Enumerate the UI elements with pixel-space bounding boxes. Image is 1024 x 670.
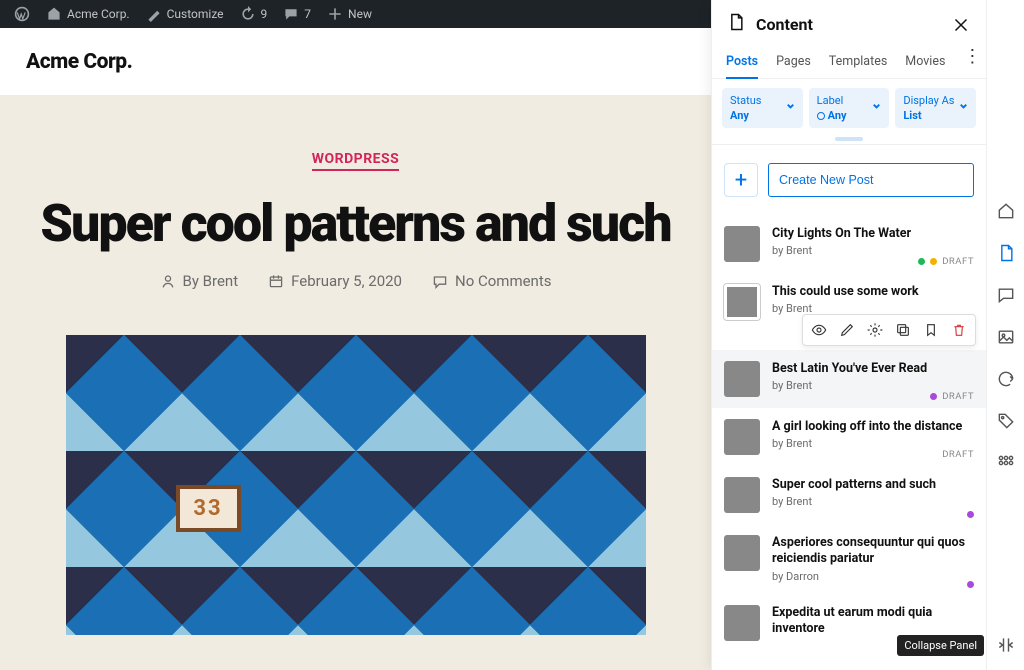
- post-hero: WORDPRESS Super cool patterns and such B…: [0, 95, 711, 670]
- bookmark-button[interactable]: [918, 318, 944, 342]
- site-header: Acme Corp.: [0, 28, 711, 95]
- post-thumb: [724, 284, 760, 320]
- content-panel: Content Posts Pages Templates Movies ⋮ S…: [711, 0, 986, 670]
- chevron-down-icon: [785, 101, 796, 115]
- create-post-input[interactable]: [768, 163, 974, 197]
- post-date: February 5, 2020: [268, 272, 402, 290]
- post-title: Super cool patterns and such: [40, 193, 670, 254]
- content-icon[interactable]: [995, 242, 1017, 264]
- list-item[interactable]: A girl looking off into the distanceby B…: [712, 408, 986, 466]
- list-item[interactable]: Asperiores consequuntur qui quos reicien…: [712, 524, 986, 594]
- list-item[interactable]: Best Latin You've Ever Readby Brent DRAF…: [712, 350, 986, 408]
- wp-logo[interactable]: [6, 0, 38, 28]
- site-name: Acme Corp.: [67, 7, 130, 21]
- tabs-more-button[interactable]: ⋮: [963, 46, 981, 78]
- new-link[interactable]: New: [319, 0, 380, 28]
- post-thumb: [724, 605, 760, 641]
- updates-link[interactable]: 9: [232, 0, 276, 28]
- tab-movies[interactable]: Movies: [905, 46, 945, 78]
- list-item[interactable]: City Lights On The Waterby Brent DRAFT: [712, 215, 986, 273]
- content-icon: [726, 12, 746, 36]
- post-comments[interactable]: No Comments: [432, 272, 552, 290]
- chat-icon[interactable]: [995, 284, 1017, 306]
- site-preview: Acme Corp. WORDPRESS Super cool patterns…: [0, 28, 711, 670]
- filter-status[interactable]: Status Any: [722, 88, 803, 128]
- chevron-down-icon: [958, 101, 969, 115]
- filter-display[interactable]: Display As List: [895, 88, 976, 128]
- sync-icon[interactable]: [995, 368, 1017, 390]
- drag-handle[interactable]: [835, 137, 863, 141]
- post-thumb: [724, 226, 760, 262]
- post-thumb: [724, 535, 760, 571]
- post-thumb: [724, 419, 760, 455]
- delete-button[interactable]: [946, 318, 972, 342]
- filter-label[interactable]: Label Any: [809, 88, 890, 128]
- edit-button[interactable]: [834, 318, 860, 342]
- status-badge: DRAFT: [942, 449, 974, 460]
- collapse-tooltip: Collapse Panel: [897, 635, 984, 656]
- collapse-button[interactable]: [995, 634, 1017, 656]
- list-item[interactable]: Super cool patterns and suchby Brent: [712, 466, 986, 524]
- tool-rail: Collapse Panel: [986, 0, 1024, 670]
- settings-button[interactable]: [862, 318, 888, 342]
- comments-link[interactable]: 7: [275, 0, 319, 28]
- list-item[interactable]: This could use some workby Brent: [712, 273, 986, 350]
- tab-templates[interactable]: Templates: [829, 46, 887, 78]
- status-badge: [967, 581, 974, 588]
- tag-icon[interactable]: [995, 410, 1017, 432]
- panel-filters: Status Any Label Any Display As List: [712, 79, 986, 145]
- featured-image: 33: [66, 335, 646, 635]
- post-category[interactable]: WORDPRESS: [312, 151, 400, 171]
- add-post-button[interactable]: +: [724, 163, 758, 197]
- status-badge: [967, 511, 974, 518]
- duplicate-button[interactable]: [890, 318, 916, 342]
- view-button[interactable]: [806, 318, 832, 342]
- post-list[interactable]: City Lights On The Waterby Brent DRAFT T…: [712, 215, 986, 670]
- post-thumb: [724, 361, 760, 397]
- tab-posts[interactable]: Posts: [726, 46, 758, 79]
- media-icon[interactable]: [995, 326, 1017, 348]
- site-brand[interactable]: Acme Corp.: [26, 50, 132, 74]
- customize-link[interactable]: Customize: [138, 0, 232, 28]
- home-icon[interactable]: [995, 200, 1017, 222]
- status-badge: DRAFT: [930, 391, 974, 402]
- post-meta: By Brent February 5, 2020 No Comments: [160, 272, 552, 290]
- apps-icon[interactable]: [995, 452, 1017, 474]
- create-post-row: +: [712, 145, 986, 215]
- chevron-down-icon: [871, 101, 882, 115]
- item-action-bar: [802, 314, 976, 346]
- post-author[interactable]: By Brent: [160, 272, 239, 290]
- status-badge: DRAFT: [918, 256, 974, 267]
- feat-tile: 33: [176, 485, 241, 532]
- post-thumb: [724, 477, 760, 513]
- site-link[interactable]: Acme Corp.: [38, 0, 138, 28]
- tab-pages[interactable]: Pages: [776, 46, 811, 78]
- panel-tabs: Posts Pages Templates Movies ⋮: [712, 46, 986, 79]
- close-panel-button[interactable]: [950, 14, 972, 36]
- panel-title: Content: [756, 15, 813, 34]
- panel-header: Content: [712, 0, 986, 44]
